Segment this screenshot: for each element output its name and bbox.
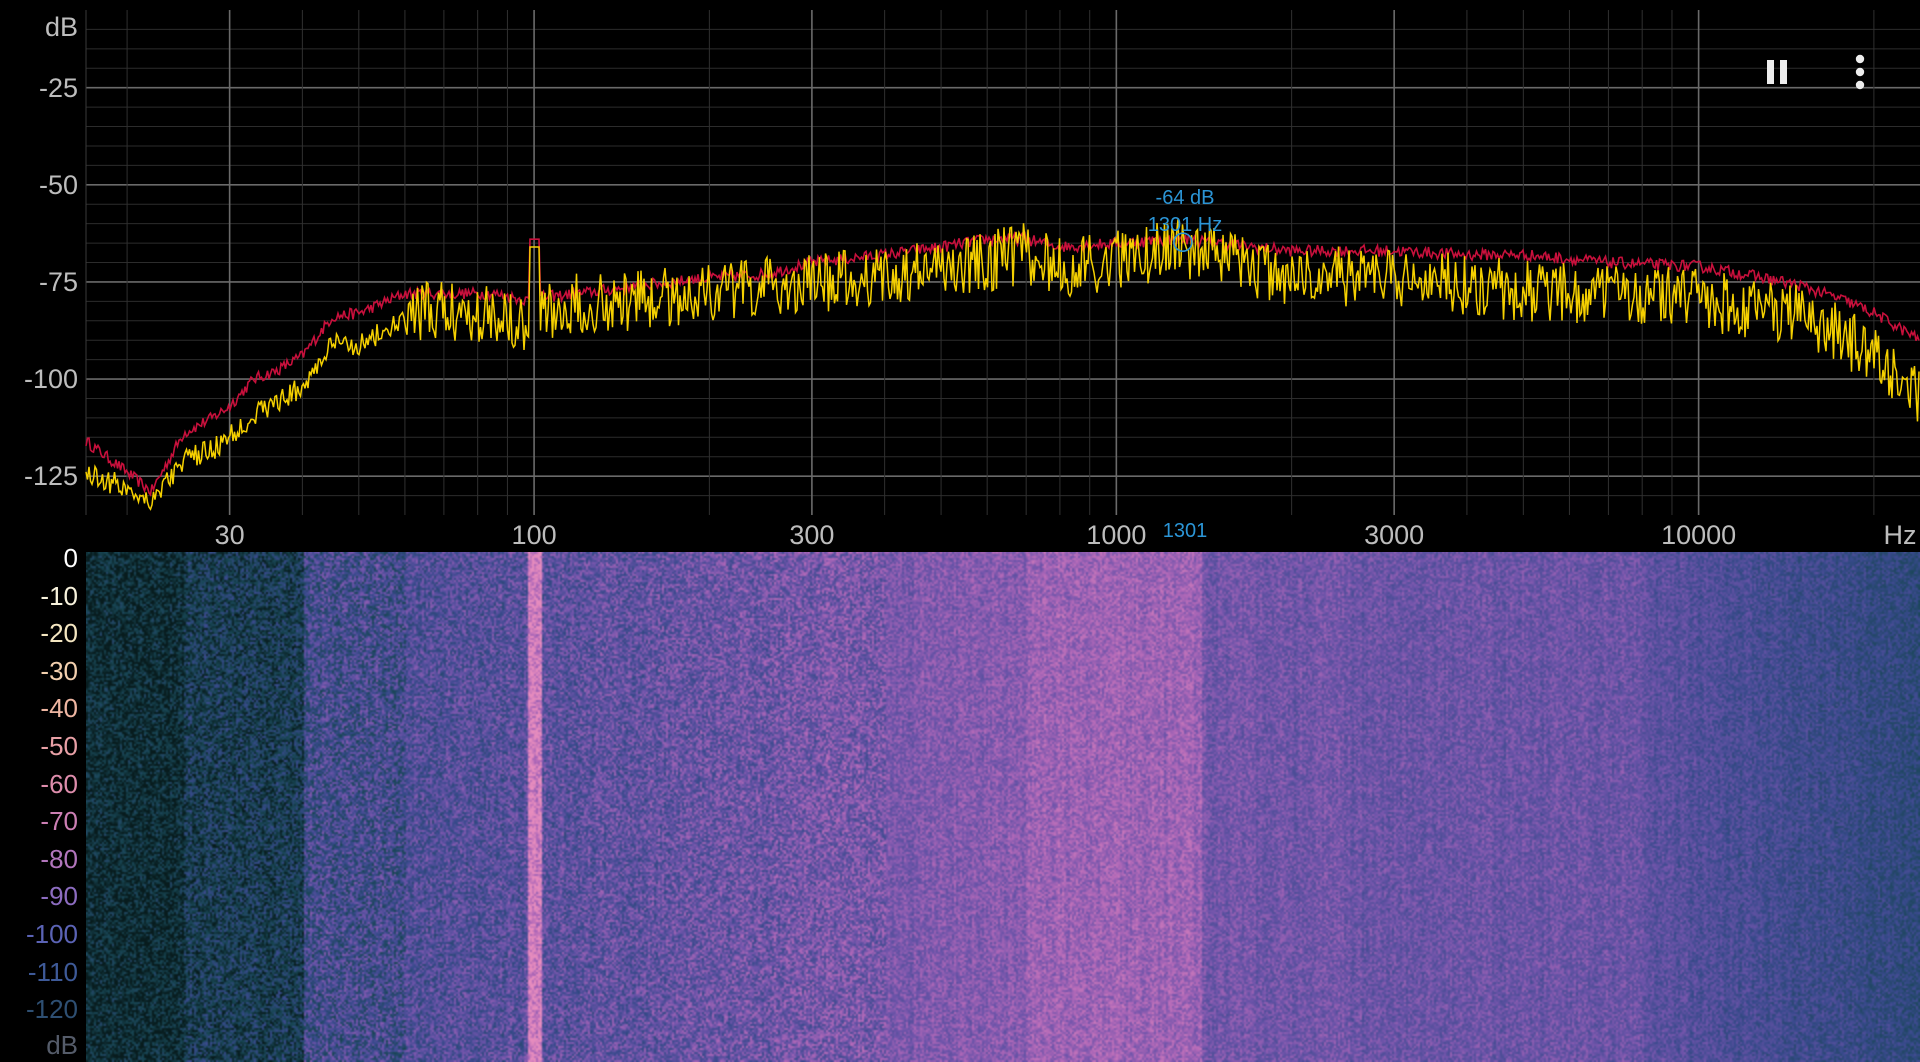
spectrogram-scale-label: 0 [63,543,78,573]
peak-hz-label: 1301 Hz [1147,214,1223,236]
x-tick-label: 1000 [1086,520,1147,550]
spectrogram-scale-label: -10 [40,580,78,611]
spectrogram-scale-label: -40 [40,693,78,724]
spectrogram-scale-label: -80 [40,843,78,874]
x-unit-label: Hz [1883,520,1917,550]
spectrogram-unit-label: dB [46,1030,78,1060]
x-tick-label: 10000 [1661,520,1737,550]
more-options-button[interactable] [1838,50,1882,94]
more-vert-icon [1855,54,1865,90]
y-tick-label: -25 [38,72,78,103]
y-tick-label: -75 [38,266,78,297]
spectrogram-scale-label: -70 [40,806,78,837]
y-unit-label: dB [44,12,78,42]
peak-db-label: -64 dB [1155,187,1215,209]
spectrum-analyzer-screen: -25 -50 -75 -100 -125 30 100 300 1000 3000 10000 … [0,0,1920,1062]
spectrum-plot[interactable] [0,0,1920,552]
spectrogram-scale-label: -120 [25,994,78,1025]
spectrogram-scale-label: -60 [40,768,78,799]
y-tick-label: -100 [23,364,78,395]
spectrogram-scale-label: -50 [40,731,78,761]
pause-button[interactable] [1755,50,1799,94]
spectrogram-scale-label: -20 [40,618,78,649]
pause-icon [1767,60,1787,84]
x-tick-label: 30 [214,520,245,550]
spectrogram-scale-label: -110 [27,956,78,987]
spectrogram-scale-label: -100 [25,919,78,949]
spectrogram-scale-label: -90 [40,881,78,912]
x-tick-label: 3000 [1364,520,1425,550]
peak-axis-marker: 1301 [1162,520,1208,542]
spectrogram-scale-label: -30 [40,655,78,686]
y-tick-label: -125 [23,461,78,492]
x-tick-label: 100 [511,520,557,550]
x-tick-label: 300 [789,520,835,550]
y-tick-label: -50 [38,169,78,200]
spectrogram-waterfall[interactable] [86,552,1920,1062]
